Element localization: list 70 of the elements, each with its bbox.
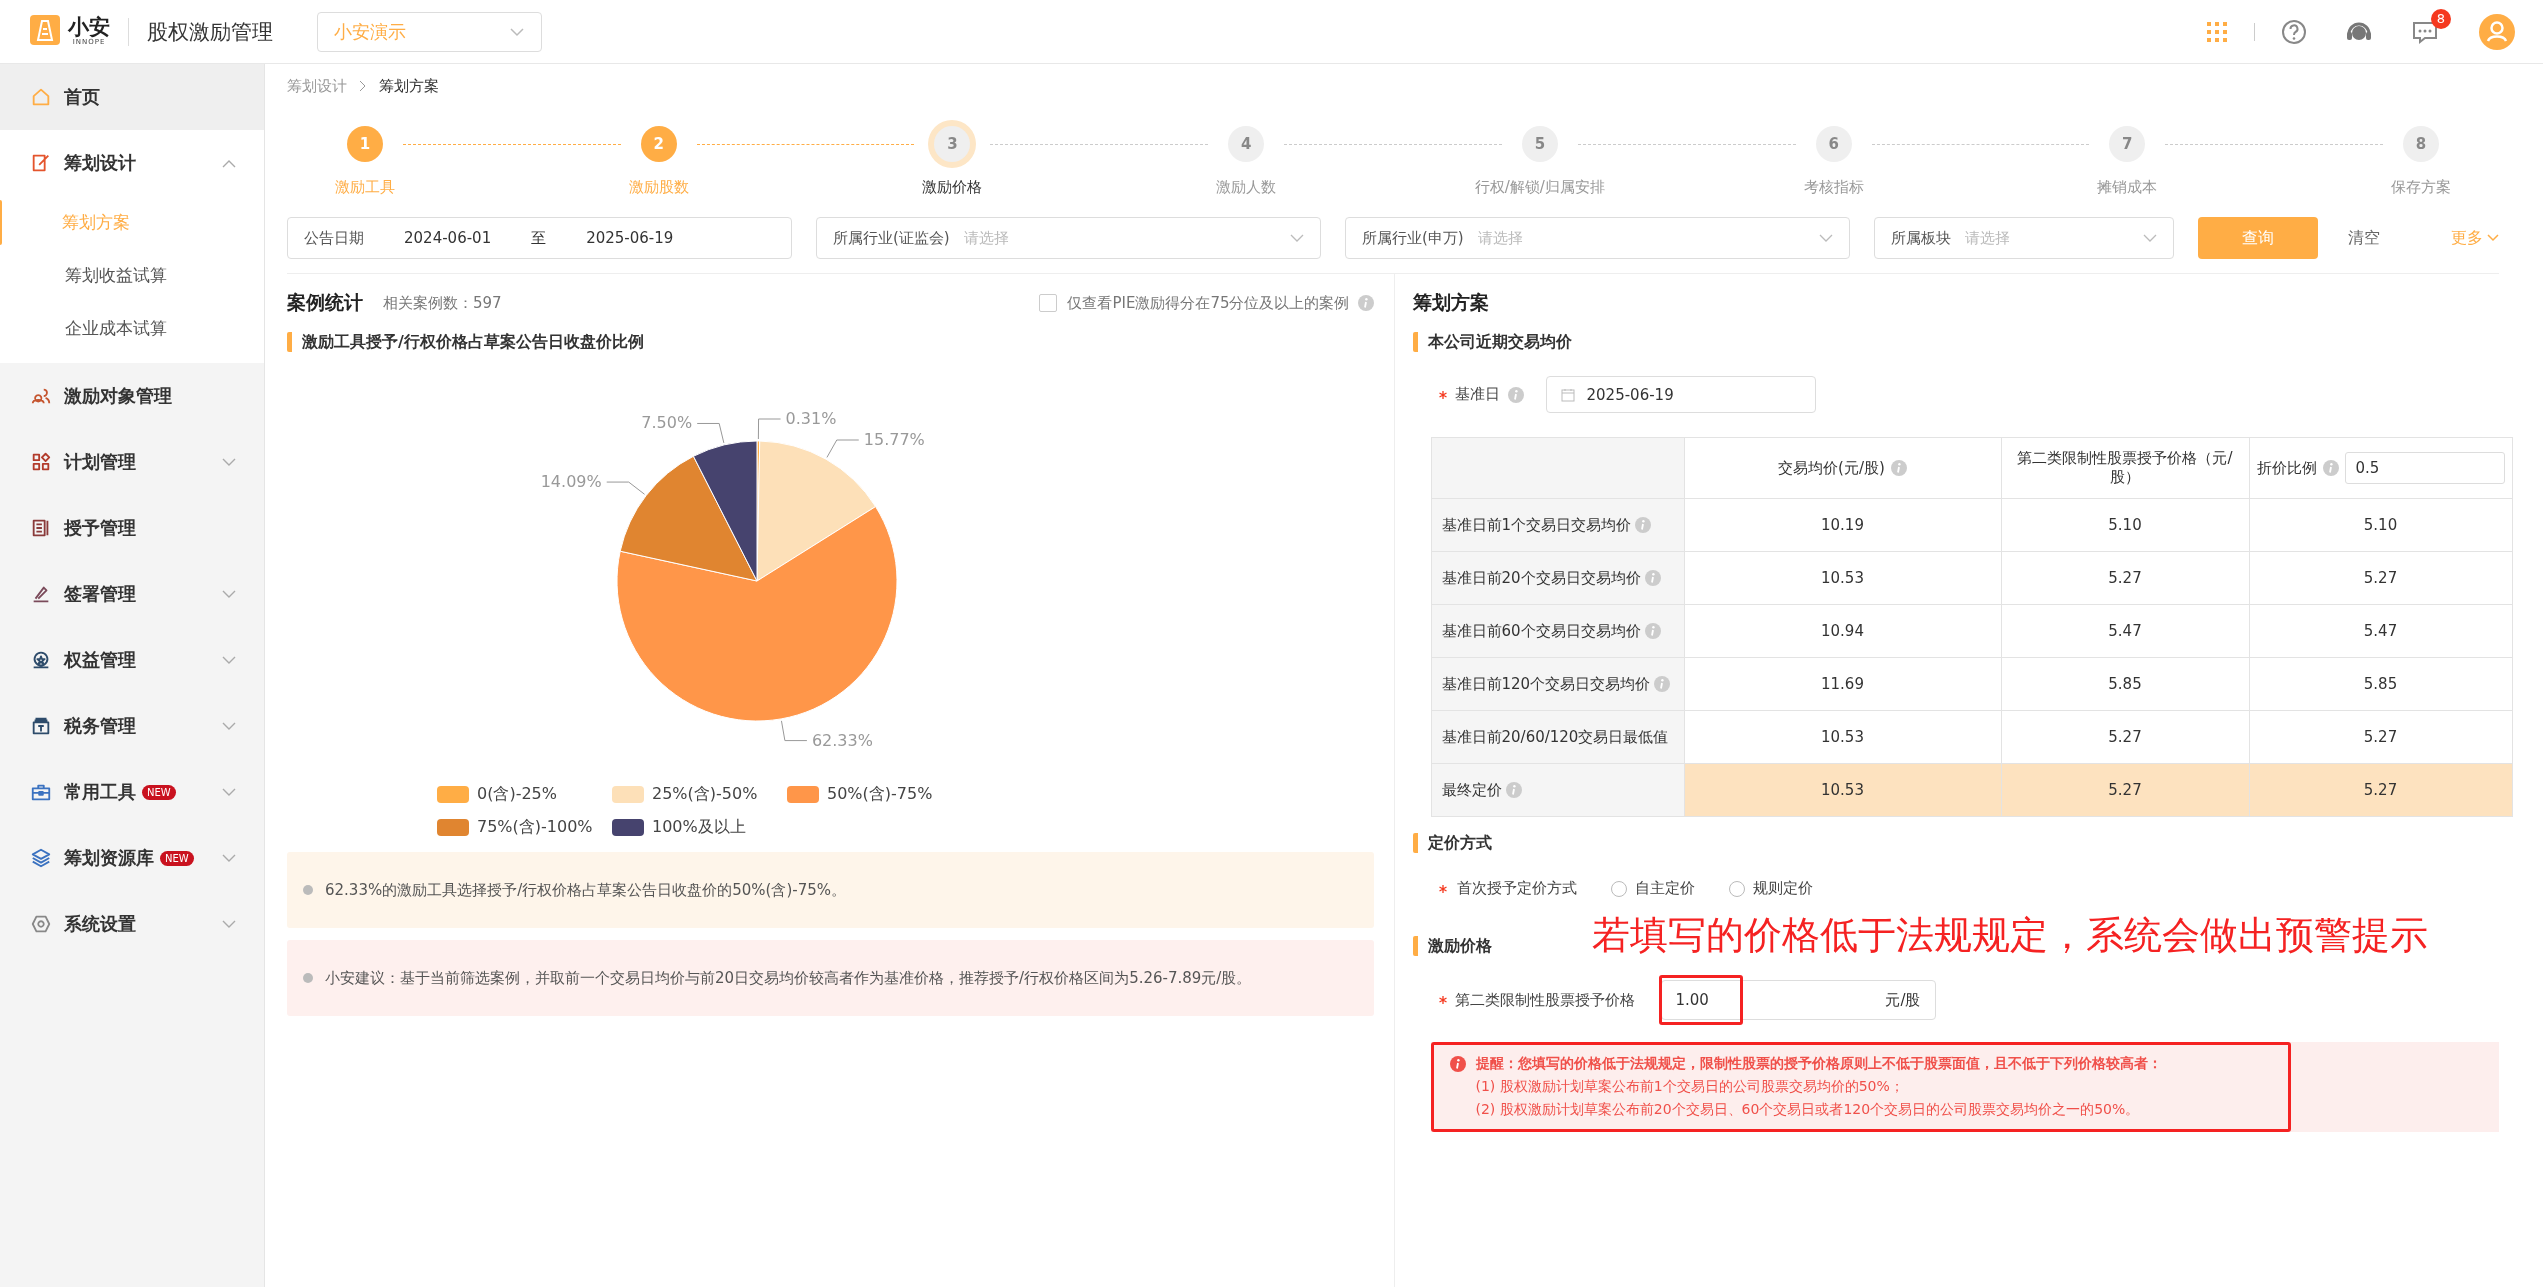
- table-cell: 5.27: [2249, 710, 2512, 764]
- field-label: 首次授予定价方式: [1456, 879, 1577, 898]
- step-label: 行权/解锁/归属安排: [1474, 178, 1605, 197]
- legend-label: 0(含)-25%: [477, 784, 557, 805]
- data-label: 14.09%: [540, 472, 602, 492]
- row-header: 基准日前120个交易日交易均价: [1441, 674, 1651, 693]
- table-cell: 11.69: [1684, 657, 2001, 711]
- warning-line: (1) 股权激励计划草案公布前1个交易日的公司股票交易均价的50%；: [1474, 1078, 1905, 1096]
- table-cell: 5.27: [2001, 710, 2249, 764]
- legend-label: 50%(含)-75%: [827, 784, 933, 805]
- row-header: 基准日前60个交易日交易均价: [1441, 621, 1641, 640]
- table-cell: 5.27: [2001, 763, 2249, 817]
- field-label: 第二类限制性股票授予价格: [1454, 990, 1635, 1010]
- table-cell: 10.53: [1684, 710, 2001, 764]
- data-label: 0.31%: [785, 409, 837, 429]
- field-label: 基准日: [1454, 385, 1500, 404]
- data-label: 7.50%: [641, 413, 725, 444]
- step-label: 摊销成本: [2097, 178, 2158, 197]
- data-label: 62.33%: [811, 730, 873, 750]
- note-text: 62.33%的激励工具选择授予/行权价格占草案公告日收盘价的50%(含)-75%。: [325, 880, 847, 900]
- table-cell: 5.85: [2001, 657, 2249, 711]
- row-header: 基准日前1个交易日交易均价: [1441, 515, 1632, 534]
- note-text: 小安建议：基于当前筛选案例，并取前一个交易日均价与前20日交易均价较高者作为基准价格，推荐授予/行权价格区间为5.26-7.89元/股。: [325, 968, 1252, 988]
- table-cell: 5.47: [2001, 604, 2249, 658]
- row-header: 最终定价: [1441, 780, 1502, 799]
- table-cell: 5.85: [2249, 657, 2512, 711]
- section-heading: 本公司近期交易均价: [1412, 332, 2499, 352]
- data-label: 62.33%: [780, 720, 873, 750]
- panel-title: 案例统计: [287, 290, 363, 315]
- table-cell: 10.53: [1684, 763, 2001, 817]
- step-label: 激励人数: [1216, 178, 1277, 197]
- step-label: 激励工具: [335, 178, 395, 197]
- callout-text: 若填写的价格低于法规规定，系统会做出预警提示: [1591, 912, 2428, 958]
- table-cell: 10.53: [1684, 551, 2001, 605]
- step-label: 激励价格: [922, 178, 983, 197]
- table-header: 交易均价(元/股): [1778, 458, 1885, 478]
- new-badge: NEW: [160, 850, 194, 866]
- legend-label: 100%及以上: [652, 817, 746, 838]
- new-badge: NEW: [142, 784, 176, 800]
- case-count: 相关案例数：597: [383, 293, 502, 313]
- row-header: 基准日前20个交易日交易均价: [1441, 568, 1641, 587]
- section-heading: 激励工具授予/行权价格占草案公告日收盘价比例: [287, 332, 1374, 352]
- breadcrumb-item: 筹划方案: [379, 76, 439, 96]
- step-label: 保存方案: [2391, 178, 2452, 197]
- warning-line: (2) 股权激励计划草案公布前20个交易日、60个交易日或者120个交易日的公司股票交易均价之一的50%。: [1474, 1101, 2141, 1119]
- table-cell: 5.47: [2249, 604, 2512, 658]
- step-label: 考核指标: [1803, 178, 1864, 197]
- data-label: 15.77%: [863, 430, 925, 450]
- row-header: 基准日前20/60/120交易日最低值: [1441, 727, 1669, 746]
- table-cell: 5.27: [2001, 551, 2249, 605]
- table-cell: 5.27: [2249, 551, 2512, 605]
- table-header: 折价比例: [2256, 458, 2317, 478]
- table-cell: 5.10: [2001, 498, 2249, 552]
- section-heading: 激励价格: [1412, 936, 1492, 956]
- panel-title: 筹划方案: [1412, 290, 1490, 315]
- data-label: 7.50%: [641, 413, 693, 433]
- notification-badge: 8: [2431, 8, 2451, 29]
- section-heading: 定价方式: [1412, 833, 2499, 853]
- brand-name: 小安: [68, 17, 110, 38]
- table-cell: 5.27: [2249, 763, 2512, 817]
- data-label: 14.09%: [540, 472, 646, 495]
- table-cell: 5.10: [2249, 498, 2512, 552]
- table-header: 第二类限制性股票授予价格（元/股）: [2016, 449, 2234, 487]
- warning-title: 提醒：您填写的价格低于法规规定，限制性股票的授予价格原则上不低于股票面值，且不低于下列价格较高者：: [1475, 1055, 2162, 1073]
- legend-label: 75%(含)-100%: [477, 817, 593, 838]
- legend-label: 25%(含)-50%: [652, 784, 758, 805]
- step-label: 激励股数: [628, 178, 689, 197]
- app-title: 股权激励管理: [128, 17, 273, 46]
- table-cell: 10.19: [1684, 498, 2001, 552]
- table-cell: 10.94: [1684, 604, 2001, 658]
